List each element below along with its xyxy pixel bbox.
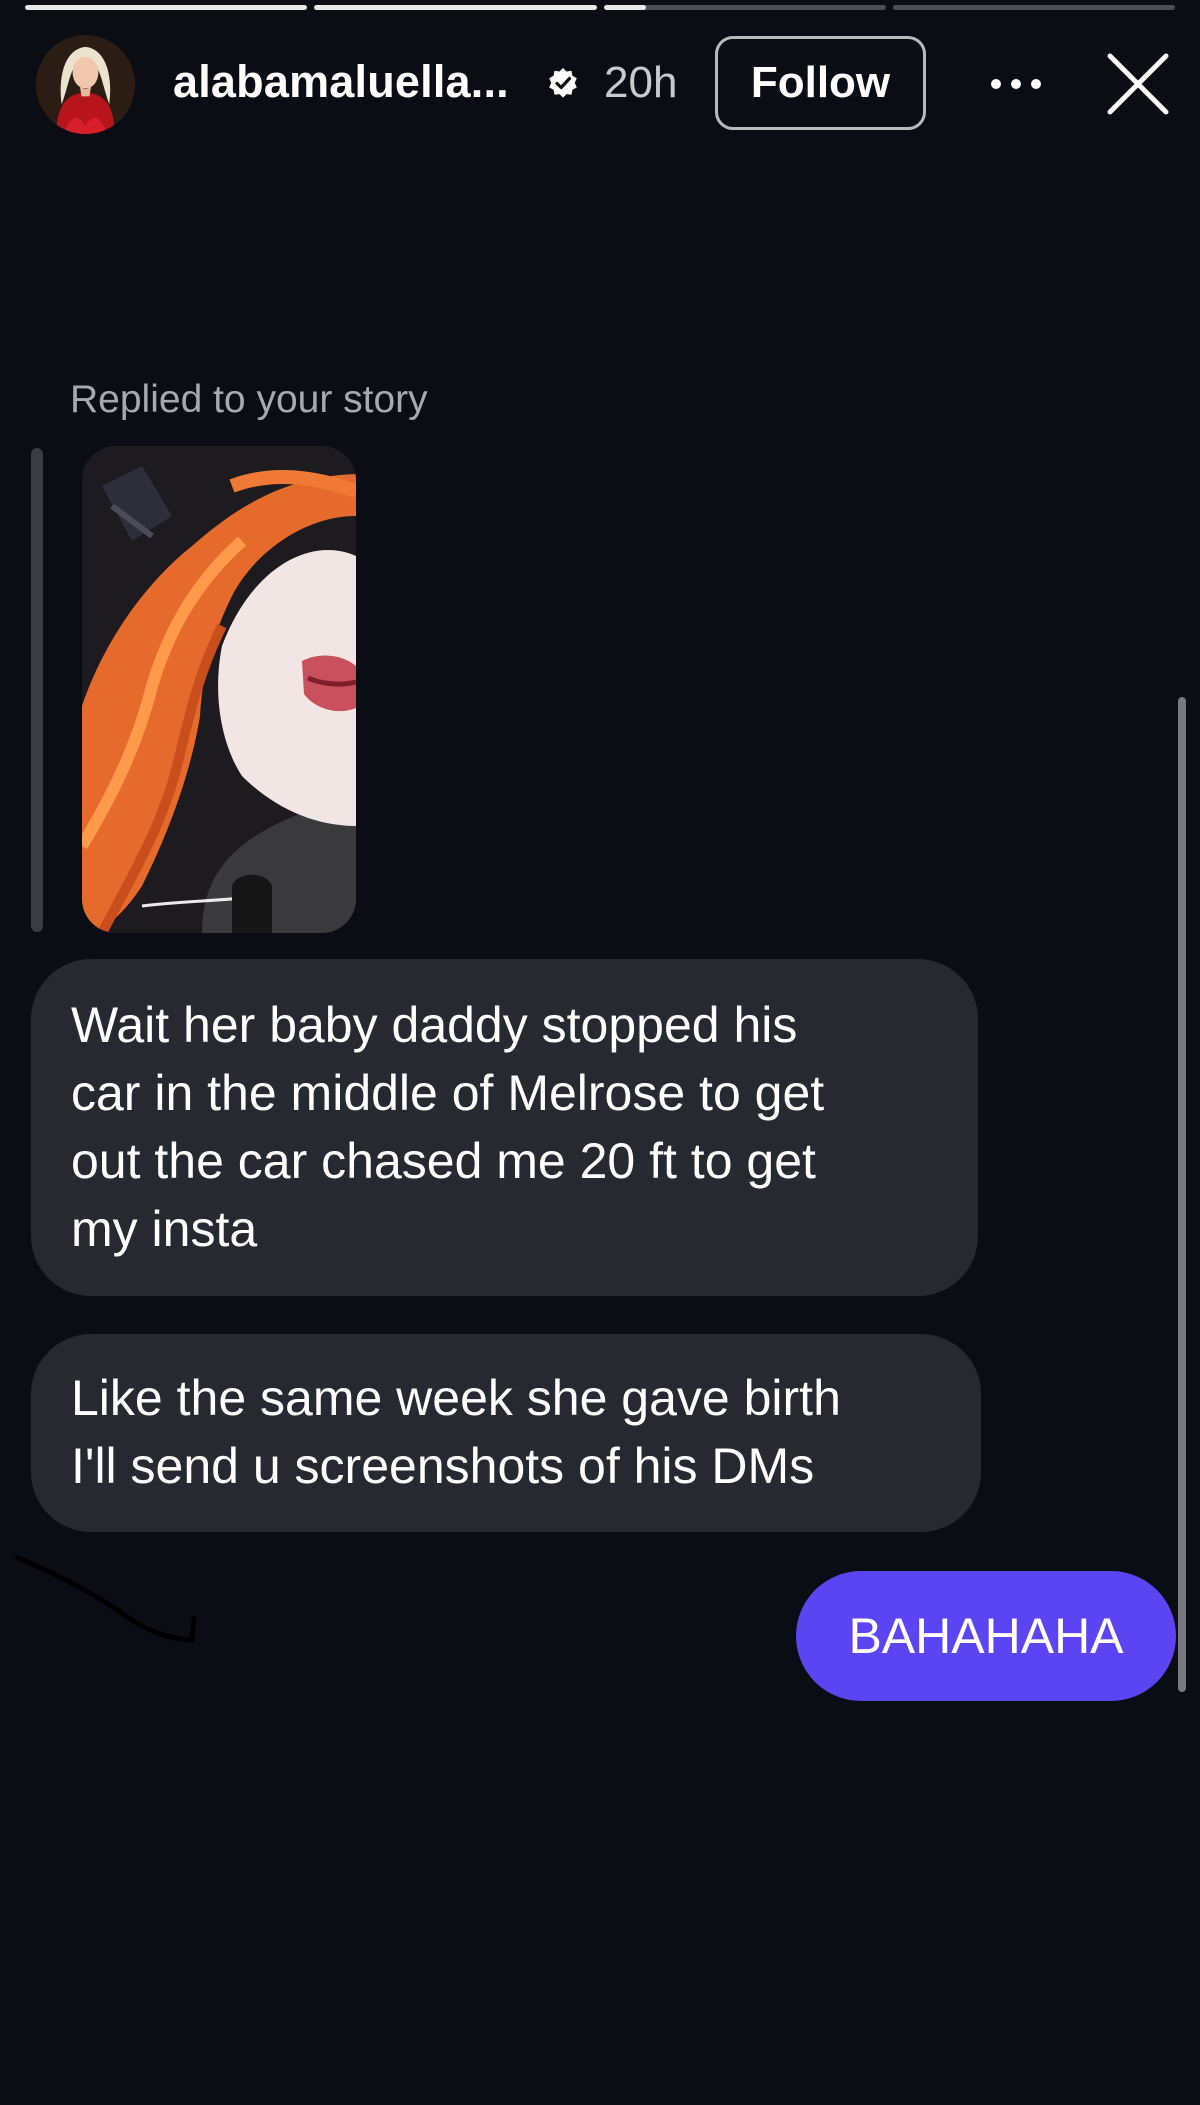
message-line: my insta xyxy=(71,1201,258,1257)
close-icon[interactable] xyxy=(1106,52,1170,116)
message-bubble-incoming[interactable]: Wait her baby daddy stopped his car in t… xyxy=(31,959,978,1296)
story-progress-segment xyxy=(603,5,886,10)
avatar[interactable] xyxy=(36,35,135,134)
story-thumbnail[interactable] xyxy=(82,446,356,933)
story-progress-fill xyxy=(25,5,308,10)
story-timestamp: 20h xyxy=(604,58,678,107)
replied-to-story-label: Replied to your story xyxy=(70,378,428,421)
reply-quote-bar xyxy=(31,448,43,932)
story-progress-fill xyxy=(603,5,646,10)
scrollbar[interactable] xyxy=(1178,697,1186,1692)
avatar-image xyxy=(36,35,135,134)
message-bubble-outgoing[interactable]: BAHAHAHA xyxy=(796,1571,1176,1701)
story-thumbnail-image xyxy=(82,446,356,933)
message-line: Like the same week she gave birth xyxy=(71,1370,841,1426)
story-progress-segment xyxy=(892,5,1175,10)
message-line: out the car chased me 20 ft to get xyxy=(71,1133,816,1189)
verified-badge-icon xyxy=(549,68,577,98)
hand-drawn-scribble xyxy=(15,1555,197,1643)
message-line: Wait her baby daddy stopped his xyxy=(71,997,798,1053)
message-line: car in the middle of Melrose to get xyxy=(71,1065,825,1121)
story-progress-fill xyxy=(314,5,597,10)
follow-button[interactable]: Follow xyxy=(715,36,926,130)
username[interactable]: alabamaluella... xyxy=(173,56,509,108)
more-options-icon[interactable] xyxy=(986,66,1046,102)
message-bubble-incoming[interactable]: Like the same week she gave birth I'll s… xyxy=(31,1334,981,1532)
story-progress-bar xyxy=(25,5,1175,11)
message-line: I'll send u screenshots of his DMs xyxy=(71,1438,815,1494)
story-progress-segment xyxy=(25,5,308,10)
story-progress-segment xyxy=(314,5,597,10)
